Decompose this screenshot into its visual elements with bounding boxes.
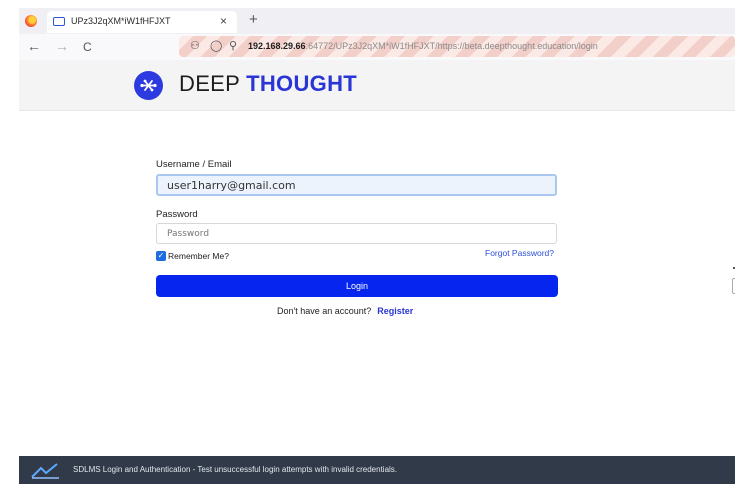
- browser-tab[interactable]: UPz3J2qXM*iW1fHFJXT ×: [47, 11, 237, 33]
- url-text[interactable]: 192.168.29.66:64772/UPz3J2qXM*iW1fHFJXT/…: [248, 41, 598, 51]
- caption-bar: SDLMS Login and Authentication - Test un…: [19, 456, 735, 484]
- tab-bar: UPz3J2qXM*iW1fHFJXT × +: [19, 8, 735, 34]
- brand-name: DEEP THOUGHT: [179, 71, 357, 97]
- close-icon[interactable]: ×: [220, 14, 227, 28]
- remember-me-label[interactable]: Remember Me?: [168, 251, 229, 261]
- username-input[interactable]: [156, 174, 557, 196]
- reload-button[interactable]: C: [83, 40, 92, 54]
- brand-bold-text: THOUGHT: [246, 71, 357, 96]
- firefox-icon: [25, 15, 37, 27]
- new-tab-button[interactable]: +: [249, 11, 258, 28]
- password-label: Password: [156, 209, 198, 220]
- signup-prompt-text: Don't have an account?: [277, 306, 372, 316]
- signup-prompt: Don't have an account? Register: [277, 306, 413, 316]
- permissions-icon[interactable]: ⚇: [190, 39, 200, 52]
- register-link[interactable]: Register: [377, 306, 413, 316]
- shield-icon[interactable]: ◯: [210, 39, 222, 52]
- login-button[interactable]: Login: [156, 275, 558, 297]
- caption-text: SDLMS Login and Authentication - Test un…: [73, 465, 398, 474]
- remember-me-checkbox[interactable]: ✓: [156, 251, 166, 261]
- forward-button[interactable]: →: [55, 38, 69, 54]
- brand-light-text: DEEP: [179, 71, 247, 96]
- username-label: Username / Email: [156, 159, 232, 170]
- tab-favicon-icon: [53, 17, 65, 26]
- site-header: DEEP THOUGHT: [19, 60, 735, 111]
- login-page: Username / Email Password ✓ Remember Me?…: [19, 111, 735, 456]
- back-button[interactable]: ←: [27, 38, 41, 54]
- deep-thought-logo-icon[interactable]: [134, 71, 163, 100]
- navigation-bar: ← → C ⚇ ◯ ⚲ 192.168.29.66:64772/UPz3J2qX…: [19, 34, 735, 61]
- address-bar[interactable]: ⚇ ◯ ⚲ 192.168.29.66:64772/UPz3J2qXM*iW1f…: [179, 36, 735, 57]
- tab-title: UPz3J2qXM*iW1fHFJXT: [71, 16, 171, 26]
- chart-logo-icon: [31, 463, 59, 479]
- forgot-password-link[interactable]: Forgot Password?: [485, 248, 554, 258]
- password-input[interactable]: [156, 223, 557, 244]
- browser-window: UPz3J2qXM*iW1fHFJXT × + ← → C ⚇ ◯ ⚲ 192.…: [19, 8, 735, 484]
- lock-icon[interactable]: ⚲: [229, 39, 237, 52]
- url-host: 192.168.29.66: [248, 41, 306, 51]
- url-path: :64772/UPz3J2qXM*iW1fHFJXT/https://beta.…: [305, 41, 598, 51]
